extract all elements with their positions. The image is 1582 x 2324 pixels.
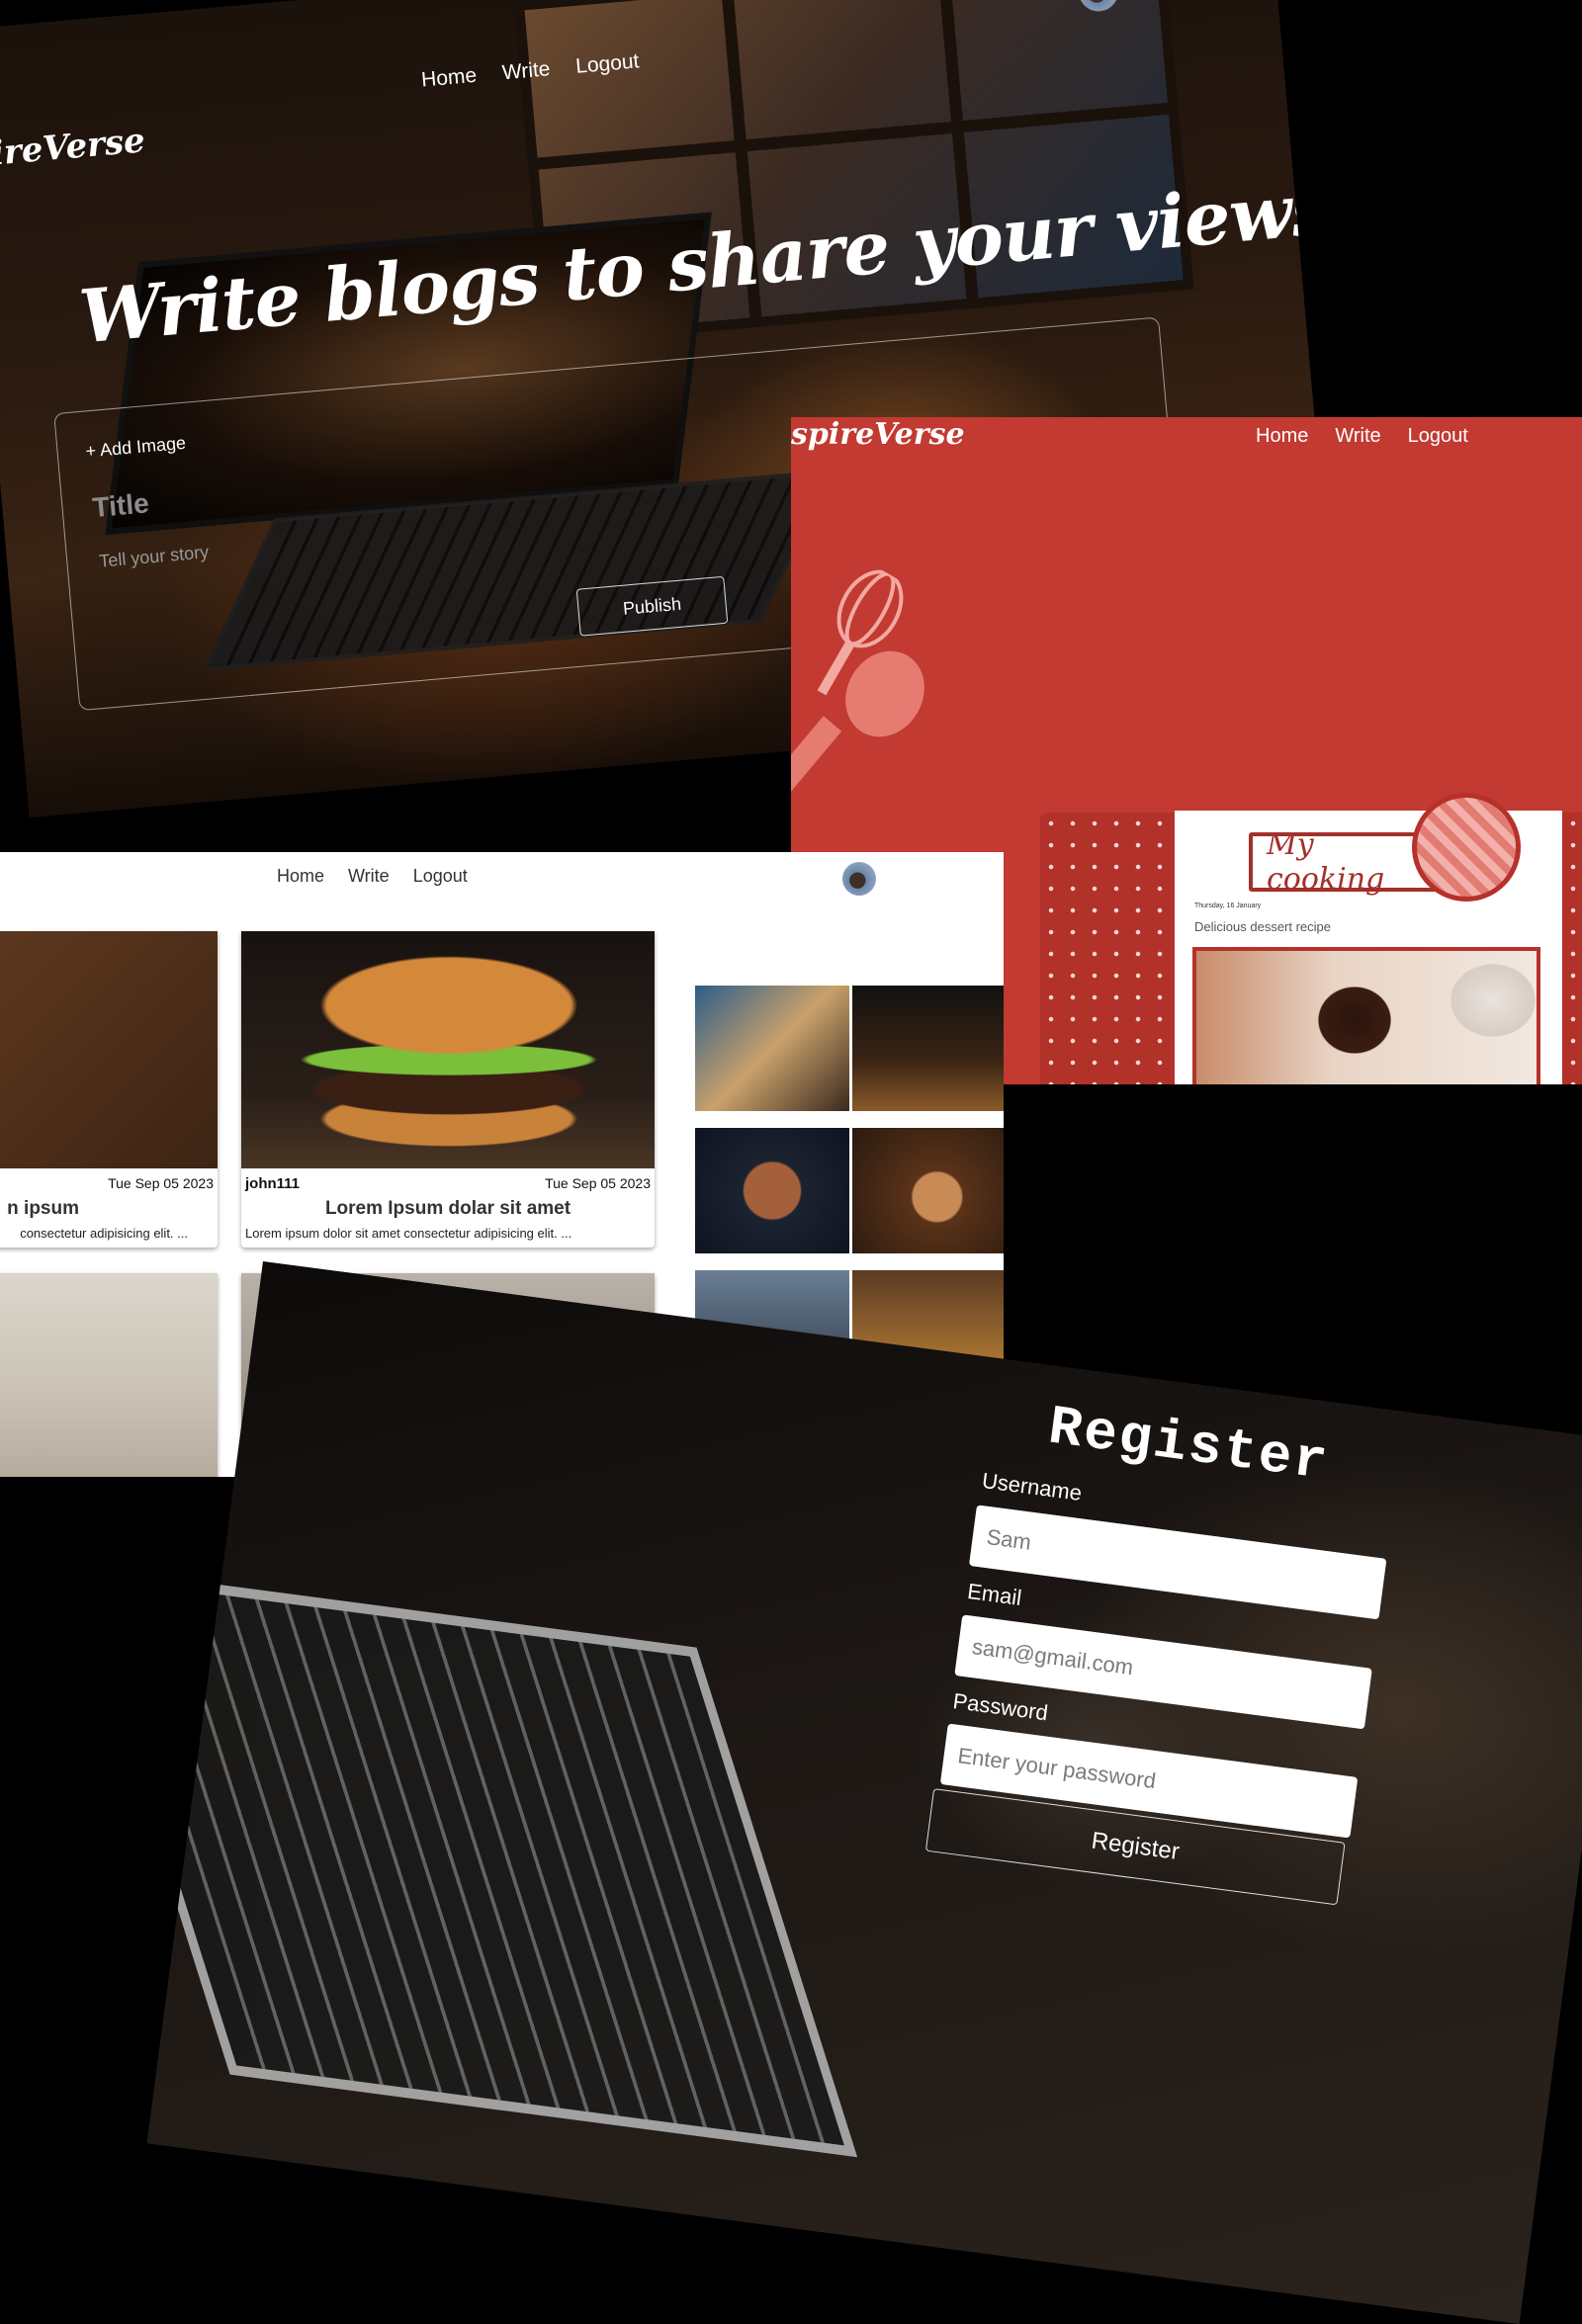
bike-photo [0, 1273, 218, 1477]
brand-logo[interactable]: ireVerse [0, 121, 146, 173]
card-excerpt: Lorem ipsum dolor sit amet consectetur a… [245, 1226, 572, 1241]
striped-badge-icon [1412, 793, 1521, 902]
add-image-button[interactable]: + Add Image [85, 433, 187, 463]
blog-card[interactable]: Tue Sep 05 2023 n ipsum consectetur adip… [0, 931, 218, 1248]
card-author: john111 [245, 1175, 301, 1192]
spoon-icon [791, 650, 924, 815]
post-description: Delicious dessert recipe [1194, 919, 1332, 934]
coffee-thumbnail[interactable] [852, 1128, 1004, 1253]
nav-logout[interactable]: Logout [1408, 425, 1468, 448]
breakfast-thumbnail[interactable] [695, 986, 849, 1111]
username-input[interactable]: Sam [968, 1505, 1387, 1620]
register-heading: Register [1044, 1395, 1333, 1496]
plus-icon: + [84, 440, 98, 462]
register-page-screenshot: Register Username Sam Email sam@gmail.co… [146, 1261, 1582, 2324]
card-date: Tue Sep 05 2023 [545, 1175, 651, 1191]
dessert-photo [1192, 947, 1540, 1084]
add-image-label: Add Image [99, 432, 187, 461]
story-textarea[interactable]: Tell your story [99, 542, 210, 572]
nav-write[interactable]: Write [1335, 425, 1380, 448]
top-nav: Home Write Logout [277, 866, 468, 887]
username-label: Username [980, 1467, 1084, 1506]
publish-button[interactable]: Publish [575, 575, 729, 637]
avatar[interactable] [842, 862, 876, 896]
blog-card[interactable] [0, 1273, 218, 1477]
post-date: Thursday, 16 January [1194, 903, 1262, 909]
nav-write[interactable]: Write [348, 866, 390, 887]
password-label: Password [951, 1688, 1050, 1726]
nav-home[interactable]: Home [277, 866, 324, 887]
burger-thumbnail[interactable] [852, 986, 1004, 1111]
nav-home[interactable]: Home [420, 64, 478, 93]
nav-home[interactable]: Home [1256, 425, 1308, 448]
nav-write[interactable]: Write [501, 57, 552, 85]
brand-logo[interactable]: spireVerse [791, 417, 965, 452]
card-title: n ipsum [7, 1198, 79, 1219]
nav-logout[interactable]: Logout [413, 866, 468, 887]
blog-card[interactable]: john111 Tue Sep 05 2023 Lorem Ipsum dola… [241, 931, 655, 1248]
recipe-card: My cooking Thursday, 16 January Deliciou… [1175, 793, 1562, 1084]
burger-photo [241, 931, 655, 1168]
card-date: Tue Sep 05 2023 [108, 1175, 214, 1191]
camera-thumbnail[interactable] [695, 1128, 849, 1253]
pizza-photo [0, 931, 218, 1168]
cooking-banner: My cooking [1249, 827, 1439, 897]
email-label: Email [965, 1578, 1023, 1610]
card-title: Lorem Ipsum dolar sit amet [324, 1198, 571, 1219]
title-input[interactable]: Title [91, 487, 150, 524]
top-nav: Home Write Logout [1256, 425, 1468, 448]
card-excerpt: consectetur adipisicing elit. ... [20, 1226, 188, 1241]
background-keyboard [146, 1565, 858, 2158]
